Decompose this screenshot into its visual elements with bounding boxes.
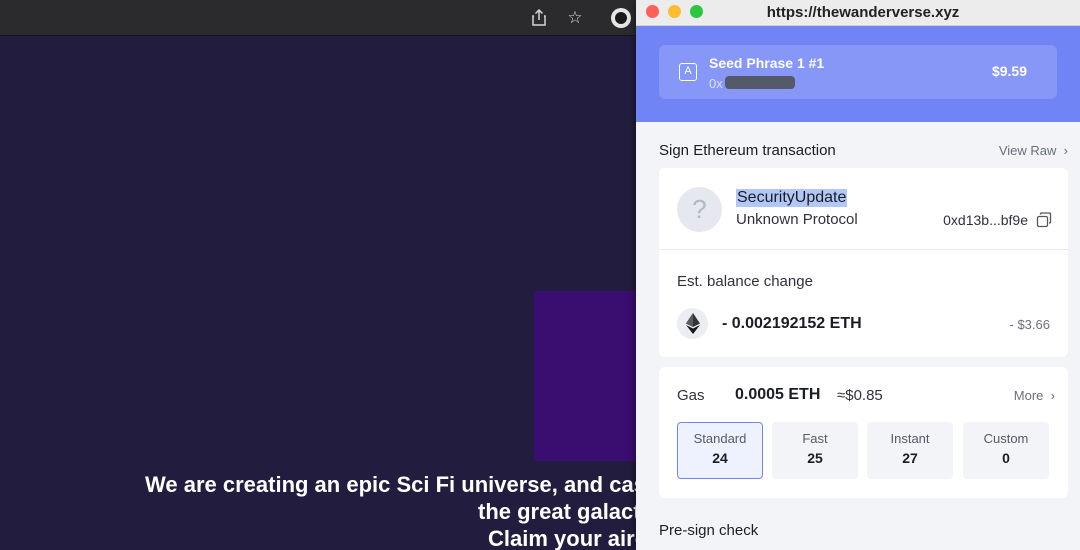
browser-toolbar: ☆ (0, 0, 640, 36)
gas-option-instant[interactable]: Instant 27 (867, 422, 953, 479)
hero-text-line-3: Claim your airc (488, 526, 640, 550)
view-raw-label: View Raw (998, 143, 1057, 158)
gas-option-fast[interactable]: Fast 25 (772, 422, 858, 479)
gas-more-link[interactable]: More › (1014, 388, 1055, 403)
hero-text-line-2: the great galact (478, 499, 640, 524)
balance-change-amount: - 0.002192152 ETH (722, 315, 862, 332)
popup-url: https://thewanderverse.xyz (766, 4, 960, 21)
popup-titlebar: https://thewanderverse.xyz (636, 0, 1080, 26)
copy-icon[interactable] (1036, 212, 1052, 228)
transaction-card: ? SecurityUpdate Unknown Protocol 0xd13b… (659, 168, 1068, 357)
gas-more-label: More (1013, 388, 1044, 403)
gas-eth: 0.0005 ETH (735, 386, 821, 403)
wallet-popup: https://thewanderverse.xyz A Seed Phrase… (636, 0, 1080, 550)
gas-card: Gas 0.0005 ETH ≈$0.85 More › Standard 24… (659, 367, 1068, 498)
hero-image (534, 291, 640, 461)
view-raw-link[interactable]: View Raw › (999, 143, 1068, 158)
contract-address: 0xd13b...bf9e (943, 212, 1028, 228)
account-card[interactable]: A Seed Phrase 1 #1 0x $9.59 (659, 45, 1057, 99)
gas-option-standard[interactable]: Standard 24 (677, 422, 763, 479)
gas-option-custom[interactable]: Custom 0 (963, 422, 1049, 479)
sign-tx-title: Sign Ethereum transaction (659, 142, 836, 159)
gas-option-value: 27 (902, 450, 918, 466)
eth-icon (677, 308, 708, 339)
unknown-protocol-icon: ? (677, 187, 722, 232)
account-balance: $9.59 (991, 63, 1027, 79)
gas-option-value: 0 (1002, 450, 1010, 466)
gas-option-label: Instant (890, 431, 930, 446)
gas-option-label: Standard (693, 431, 747, 446)
protocol-type: Unknown Protocol (736, 211, 858, 228)
divider (659, 249, 1068, 250)
presign-check-title: Pre-sign check (659, 522, 759, 539)
share-icon[interactable] (528, 7, 550, 29)
account-name: Seed Phrase 1 #1 (709, 55, 825, 71)
gas-option-label: Custom (983, 431, 1029, 446)
balance-change-label: Est. balance change (677, 273, 813, 290)
star-icon[interactable]: ☆ (564, 7, 586, 29)
chevron-right-icon: › (1060, 143, 1068, 158)
hero-text-line-1: We are creating an epic Sci Fi universe,… (145, 472, 640, 497)
gas-label: Gas (677, 387, 705, 404)
gas-usd: ≈$0.85 (837, 387, 883, 404)
extension-icon[interactable] (611, 8, 631, 28)
gas-option-value: 25 (807, 450, 823, 466)
chevron-right-icon: › (1047, 388, 1055, 403)
balance-change-usd: - $3.66 (1009, 317, 1050, 332)
account-header: A Seed Phrase 1 #1 0x $9.59 (636, 26, 1080, 122)
protocol-name: SecurityUpdate (736, 189, 848, 207)
web-page: We are creating an epic Sci Fi universe,… (0, 37, 640, 550)
redacted-address (725, 76, 795, 89)
account-icon: A (679, 63, 697, 81)
gas-option-value: 24 (712, 450, 728, 466)
gas-option-label: Fast (802, 431, 828, 446)
account-address: 0x (709, 76, 723, 91)
